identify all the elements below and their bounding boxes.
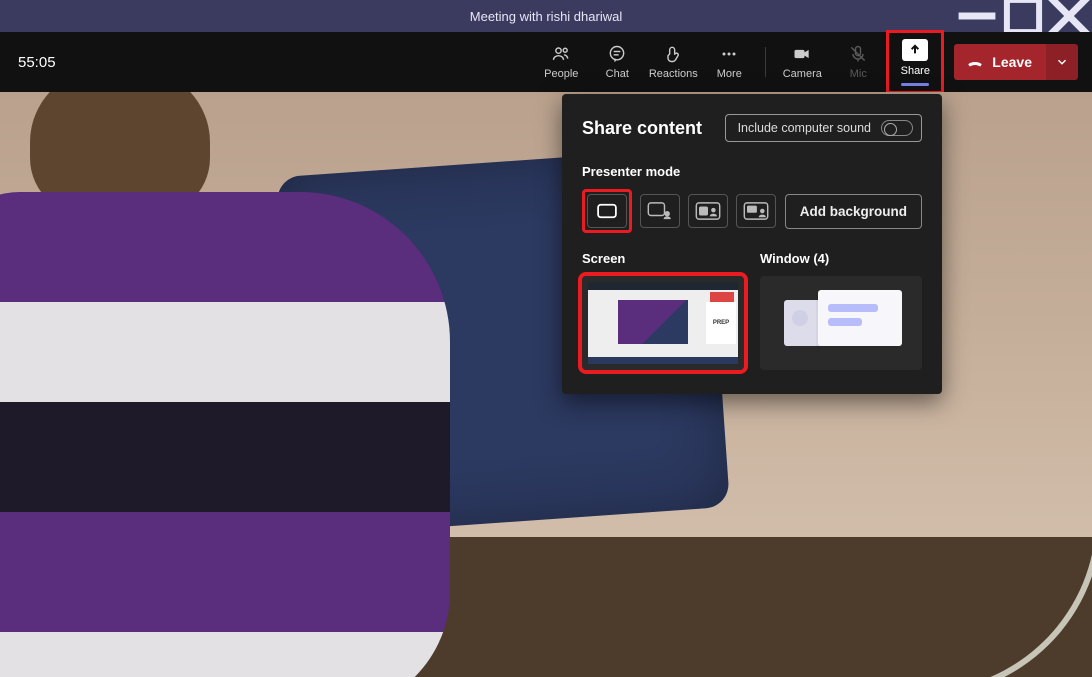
minimize-button[interactable]	[954, 0, 1000, 32]
include-computer-sound-toggle[interactable]: Include computer sound	[725, 114, 922, 142]
share-screen-icon	[902, 39, 928, 61]
chat-icon	[607, 44, 627, 64]
reporter-icon	[743, 202, 769, 220]
presenter-mode-reporter[interactable]	[736, 194, 776, 228]
chat-button[interactable]: Chat	[589, 35, 645, 89]
camera-icon	[792, 44, 812, 64]
standout-icon	[647, 202, 673, 220]
meeting-timer: 55:05	[18, 54, 56, 71]
reactions-icon	[663, 44, 683, 64]
share-button-highlight: Share	[886, 30, 944, 94]
toggle-off-icon	[881, 120, 913, 136]
leave-button[interactable]: Leave	[954, 44, 1046, 80]
share-active-indicator	[901, 83, 929, 86]
people-icon	[551, 44, 571, 64]
leave-button-group: Leave	[954, 44, 1078, 80]
camera-button[interactable]: Camera	[774, 35, 830, 89]
share-content-panel: Share content Include computer sound Pre…	[562, 94, 942, 394]
maximize-button[interactable]	[1000, 0, 1046, 32]
window-section-heading: Window (4)	[760, 251, 922, 266]
chevron-down-icon	[1055, 55, 1069, 69]
presenter-mode-standout[interactable]	[640, 194, 680, 228]
hangup-icon	[966, 53, 984, 71]
reactions-button[interactable]: Reactions	[645, 35, 701, 89]
meeting-toolbar: 55:05 People Chat Reactions More Camera …	[0, 32, 1092, 92]
side-by-side-icon	[695, 202, 721, 220]
more-icon	[719, 44, 739, 64]
presenter-mode-content-only[interactable]	[587, 194, 627, 228]
presenter-mode-highlight	[582, 189, 632, 233]
screen-section-heading: Screen	[582, 251, 744, 266]
window-title: Meeting with rishi dhariwal	[0, 9, 1092, 24]
window-controls	[954, 0, 1092, 32]
rectangle-icon	[596, 203, 618, 219]
people-button[interactable]: People	[533, 35, 589, 89]
titlebar: Meeting with rishi dhariwal	[0, 0, 1092, 32]
more-button[interactable]: More	[701, 35, 757, 89]
mic-button[interactable]: Mic	[830, 35, 886, 89]
presenter-mode-heading: Presenter mode	[582, 164, 922, 179]
leave-options-button[interactable]	[1046, 44, 1078, 80]
presenter-mode-side-by-side[interactable]	[688, 194, 728, 228]
share-panel-title: Share content	[582, 118, 702, 139]
mic-muted-icon	[848, 44, 868, 64]
add-background-button[interactable]: Add background	[785, 194, 922, 229]
share-button[interactable]: Share	[891, 35, 939, 89]
share-screen-thumbnail[interactable]: PREP	[582, 276, 744, 370]
share-window-thumbnail[interactable]	[760, 276, 922, 370]
toolbar-divider	[765, 47, 766, 77]
close-button[interactable]	[1046, 0, 1092, 32]
